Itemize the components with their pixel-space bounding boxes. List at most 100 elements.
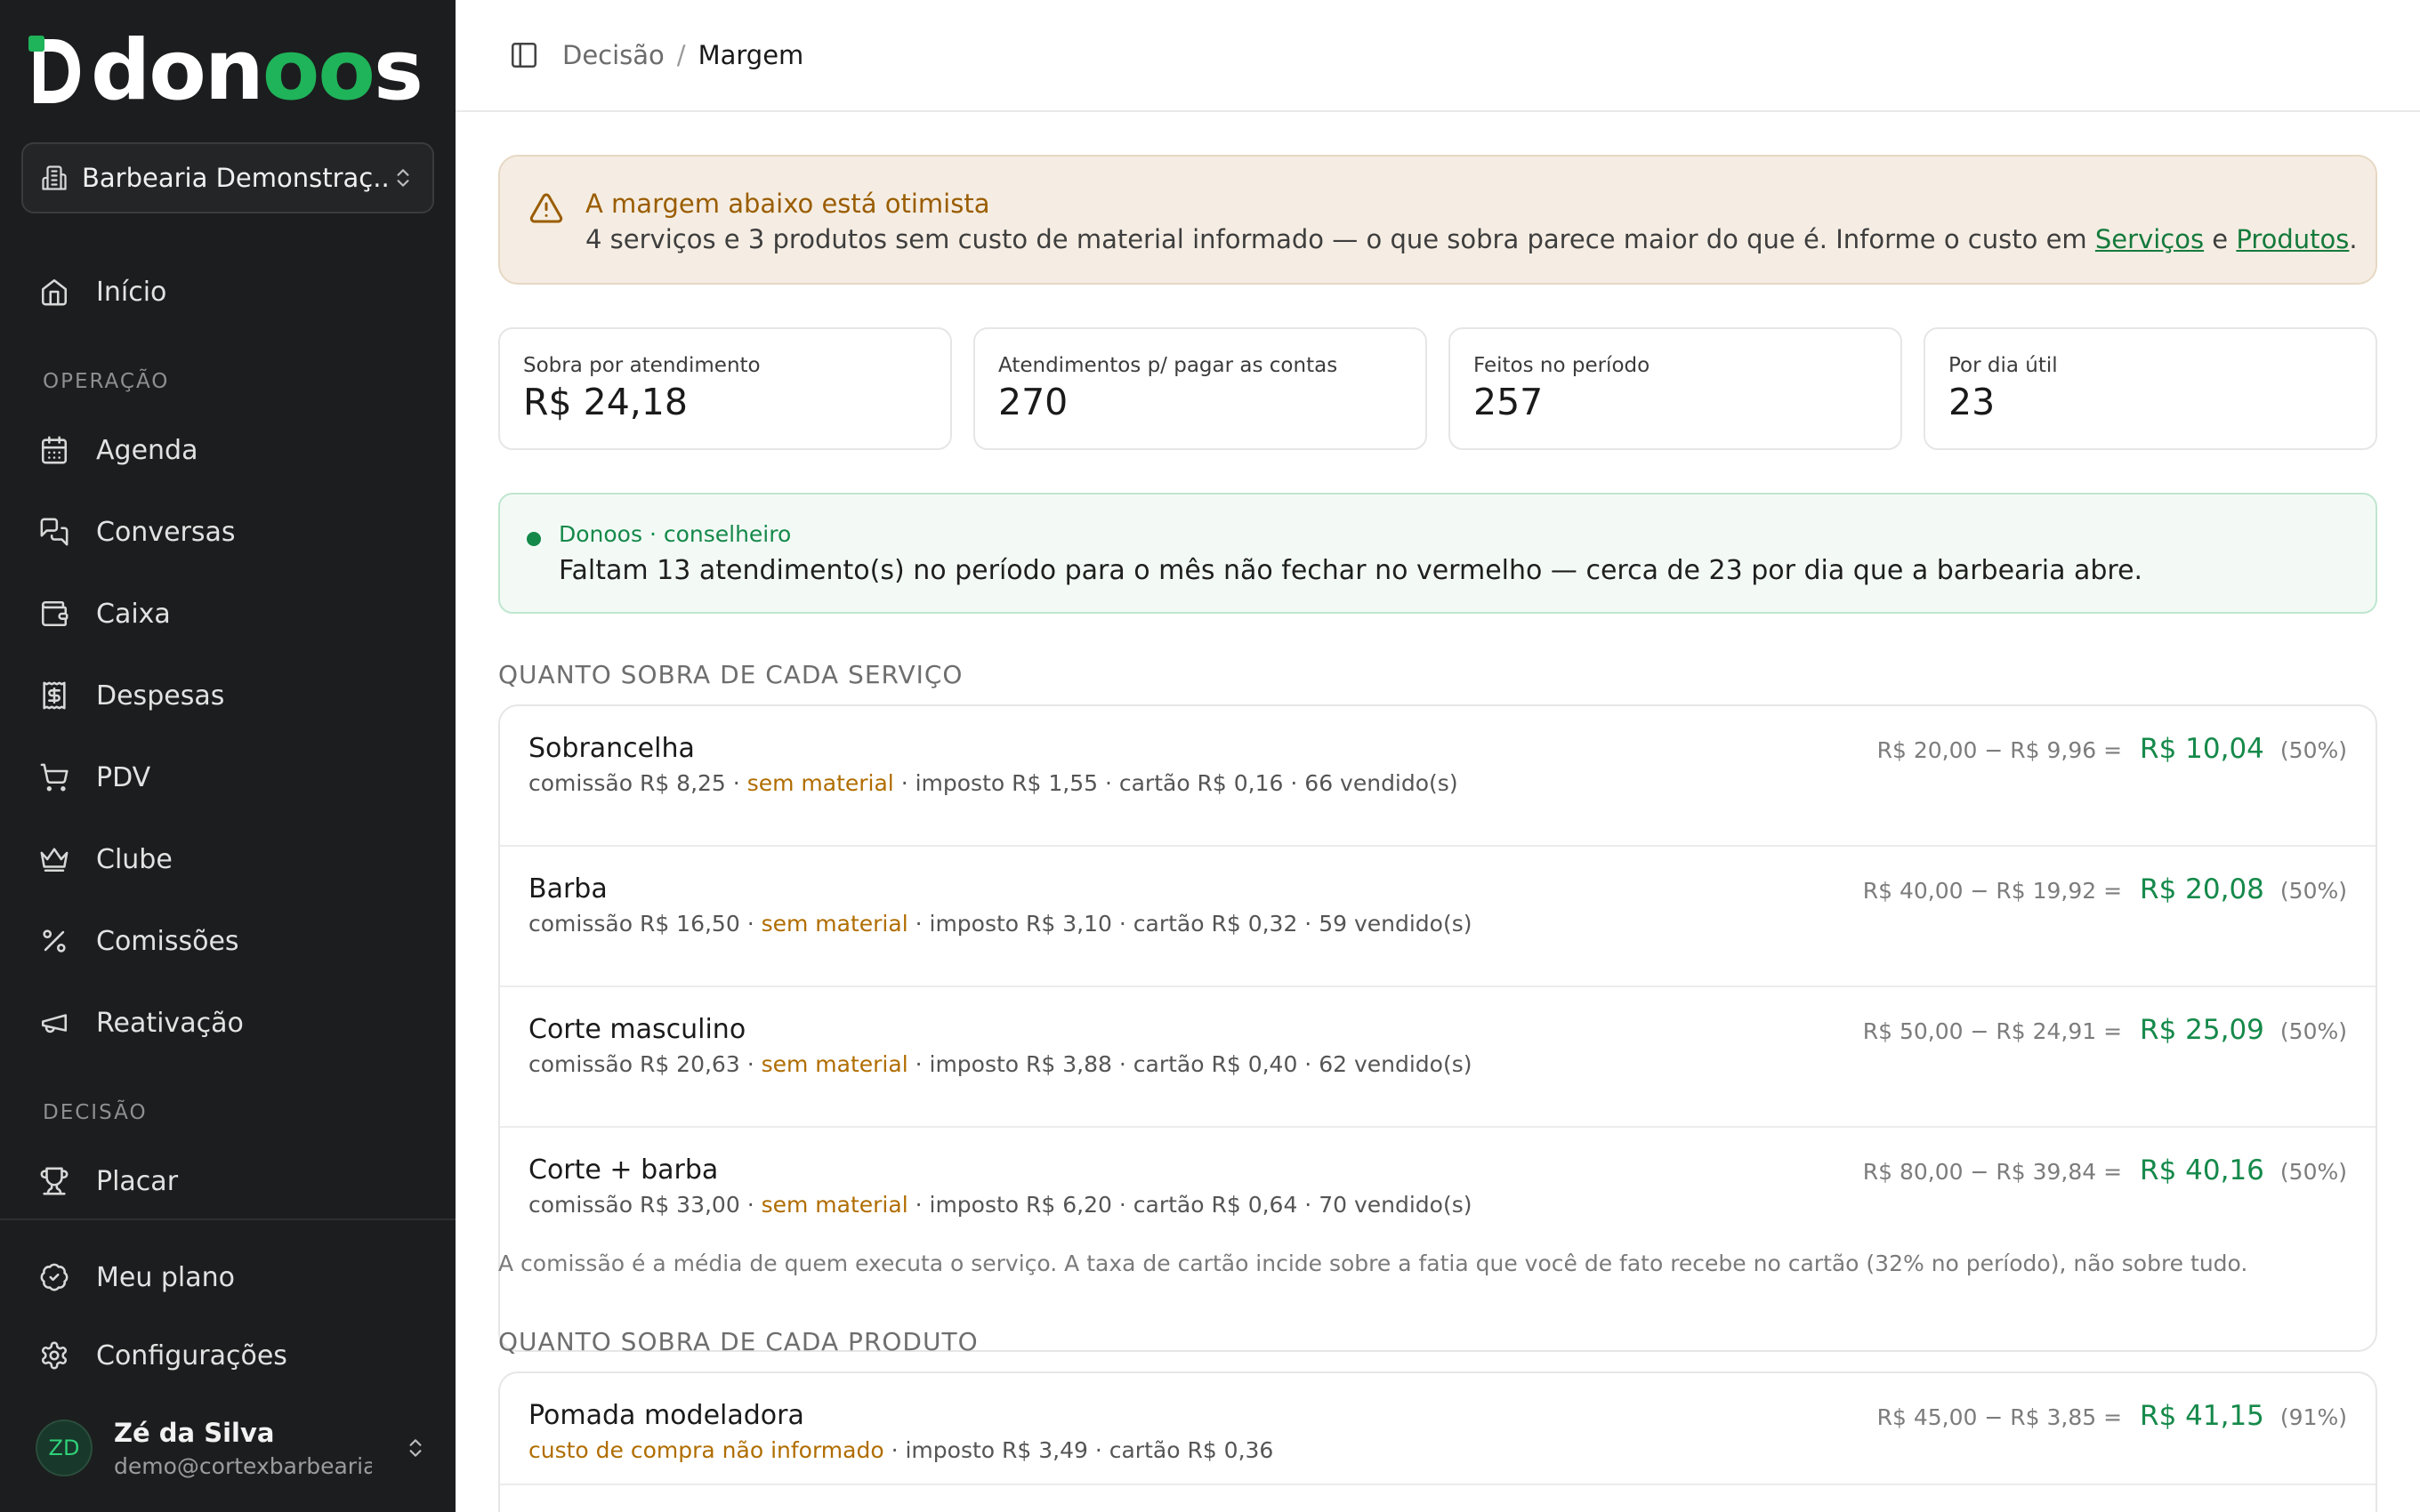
stat-value: 270 <box>998 381 1069 423</box>
margin-calc: R$ 20,00 − R$ 9,96 = R$ 10,04 (50%) <box>1877 733 2347 765</box>
optimistic-margin-alert: A margem abaixo está otimista 4 serviços… <box>498 155 2377 285</box>
product-name: Pomada modeladora <box>528 1400 804 1431</box>
breadcrumb-separator: / <box>676 40 686 70</box>
sidebar-item-label: PDV <box>96 761 151 793</box>
produtos-link[interactable]: Produtos <box>2236 224 2349 254</box>
service-detail: comissão R$ 16,50 · sem material · impos… <box>528 911 1472 937</box>
services-section-title: QUANTO SOBRA DE CADA SERVIÇO <box>498 660 964 689</box>
sidebar-item-placar[interactable]: Placar <box>39 1156 178 1206</box>
margin-result: R$ 25,09 <box>2140 1014 2264 1046</box>
list-item: Corte + barba comissão R$ 33,00 · sem ma… <box>500 1128 2376 1268</box>
sidebar-section-operacao: OPERAÇÃO <box>43 370 170 393</box>
products-list: Pomada modeladora custo de compra não in… <box>498 1371 2377 1512</box>
sidebar-item-conversas[interactable]: Conversas <box>39 507 236 557</box>
service-name: Corte masculino <box>528 1014 746 1045</box>
margin-calc: R$ 50,00 − R$ 24,91 = R$ 25,09 (50%) <box>1863 1014 2347 1046</box>
margin-calc: R$ 40,00 − R$ 19,92 = R$ 20,08 (50%) <box>1863 873 2347 905</box>
megaphone-icon <box>41 1014 68 1033</box>
sidebar-item-configuracoes[interactable]: Configurações <box>39 1331 287 1380</box>
stat-card-feitos: Feitos no período 257 <box>1448 327 1902 450</box>
sidebar-item-label: Comissões <box>96 925 239 957</box>
sidebar-item-comissoes[interactable]: Comissões <box>39 916 239 966</box>
margin-result: R$ 10,04 <box>2140 733 2264 765</box>
organization-selector[interactable]: Barbearia Demonstraç... <box>21 142 434 213</box>
sidebar-toggle-icon[interactable] <box>509 40 539 70</box>
service-detail: comissão R$ 8,25 · sem material · impost… <box>528 770 1458 796</box>
stat-value: 257 <box>1473 381 1544 423</box>
advisor-text: Faltam 13 atendimento(s) no período para… <box>559 555 2143 586</box>
stat-value: 23 <box>1948 381 1996 423</box>
stat-label: Atendimentos p/ pagar as contas <box>998 354 1338 377</box>
margin-formula: R$ 50,00 − R$ 24,91 = <box>1862 1018 2123 1044</box>
avatar: ZD <box>36 1420 93 1476</box>
stat-label: Por dia útil <box>1948 354 2058 377</box>
wallet-icon <box>41 600 69 627</box>
margin-result: R$ 41,15 <box>2140 1400 2264 1432</box>
chevrons-up-down-icon <box>409 1439 422 1457</box>
margin-result: R$ 40,16 <box>2140 1154 2264 1186</box>
breadcrumb: Decisão / Margem <box>539 40 803 70</box>
margin-calc: R$ 80,00 − R$ 39,84 = R$ 40,16 (50%) <box>1863 1154 2347 1186</box>
margin-percent: (91%) <box>2279 1404 2347 1430</box>
percent-icon <box>43 929 66 953</box>
stat-value: R$ 24,18 <box>523 381 688 423</box>
sidebar-item-despesas[interactable]: Despesas <box>39 671 224 720</box>
sidebar-item-caixa[interactable]: Caixa <box>39 589 171 639</box>
margin-formula: R$ 40,00 − R$ 19,92 = <box>1862 878 2123 904</box>
stat-card-por-dia: Por dia útil 23 <box>1924 327 2377 450</box>
logo-mark-icon <box>28 36 80 103</box>
breadcrumb-parent[interactable]: Decisão <box>562 40 665 70</box>
sidebar-item-meu-plano[interactable]: Meu plano <box>39 1252 235 1302</box>
donoos-logo[interactable]: donoos <box>27 22 424 119</box>
home-icon <box>41 278 68 306</box>
crown-icon <box>40 848 69 873</box>
sidebar: donoos Barbearia Demonstraç... Início OP… <box>0 0 456 1512</box>
chat-icon <box>40 518 69 546</box>
sidebar-item-label: Placar <box>96 1165 179 1197</box>
margin-result: R$ 20,08 <box>2140 873 2264 905</box>
sidebar-item-label: Caixa <box>96 598 171 630</box>
calendar-icon <box>41 436 68 464</box>
user-email: demo@cortexbarbearia... <box>114 1452 372 1479</box>
margin-percent: (50%) <box>2279 1159 2347 1185</box>
margin-formula: R$ 45,00 − R$ 3,85 = <box>1876 1404 2123 1430</box>
logo-wordmark: donoos <box>91 22 424 119</box>
margin-percent: (50%) <box>2279 1018 2347 1044</box>
margin-formula: R$ 20,00 − R$ 9,96 = <box>1876 737 2123 763</box>
chevrons-up-down-icon <box>397 169 409 187</box>
margin-percent: (50%) <box>2279 878 2347 904</box>
services-footnote: A comissão é a média de quem executa o s… <box>498 1251 2248 1276</box>
sidebar-section-decisao: DECISÃO <box>43 1101 148 1124</box>
list-item: Barba comissão R$ 16,50 · sem material ·… <box>500 847 2376 987</box>
service-name: Barba <box>528 873 608 905</box>
breadcrumb-current: Margem <box>698 40 804 70</box>
sidebar-divider <box>0 1218 456 1220</box>
service-name: Sobrancelha <box>528 733 695 764</box>
servicos-link[interactable]: Serviços <box>2095 224 2204 254</box>
receipt-icon <box>43 681 66 710</box>
service-detail: comissão R$ 20,63 · sem material · impos… <box>528 1051 1472 1077</box>
alert-title: A margem abaixo está otimista <box>585 189 990 219</box>
stat-card-sobra: Sobra por atendimento R$ 24,18 <box>498 327 952 450</box>
sidebar-item-label: Configurações <box>96 1339 287 1371</box>
products-section-title: QUANTO SOBRA DE CADA PRODUTO <box>498 1327 979 1356</box>
stat-card-atendimentos: Atendimentos p/ pagar as contas 270 <box>973 327 1427 450</box>
sidebar-item-label: Reativação <box>96 1007 244 1039</box>
sidebar-item-inicio[interactable]: Início <box>39 267 166 317</box>
organization-name: Barbearia Demonstraç... <box>82 163 391 193</box>
sidebar-item-label: Conversas <box>96 516 236 548</box>
advisor-card: Donoos · conselheiro Faltam 13 atendimen… <box>498 493 2377 614</box>
sidebar-item-pdv[interactable]: PDV <box>39 752 150 802</box>
list-item: Sobrancelha comissão R$ 8,25 · sem mater… <box>500 706 2376 847</box>
sidebar-item-clube[interactable]: Clube <box>39 834 173 884</box>
margin-percent: (50%) <box>2279 737 2347 763</box>
status-dot <box>527 532 541 546</box>
sidebar-item-reativacao[interactable]: Reativação <box>39 998 244 1048</box>
product-detail: custo de compra não informado · imposto … <box>528 1437 1274 1463</box>
user-menu[interactable]: ZD Zé da Silva demo@cortexbarbearia... <box>36 1412 427 1484</box>
sidebar-item-label: Agenda <box>96 434 198 466</box>
service-name: Corte + barba <box>528 1154 719 1186</box>
sidebar-item-agenda[interactable]: Agenda <box>39 425 198 475</box>
warning-triangle-icon <box>529 193 563 223</box>
list-item: Pomada modeladora custo de compra não in… <box>500 1373 2376 1485</box>
